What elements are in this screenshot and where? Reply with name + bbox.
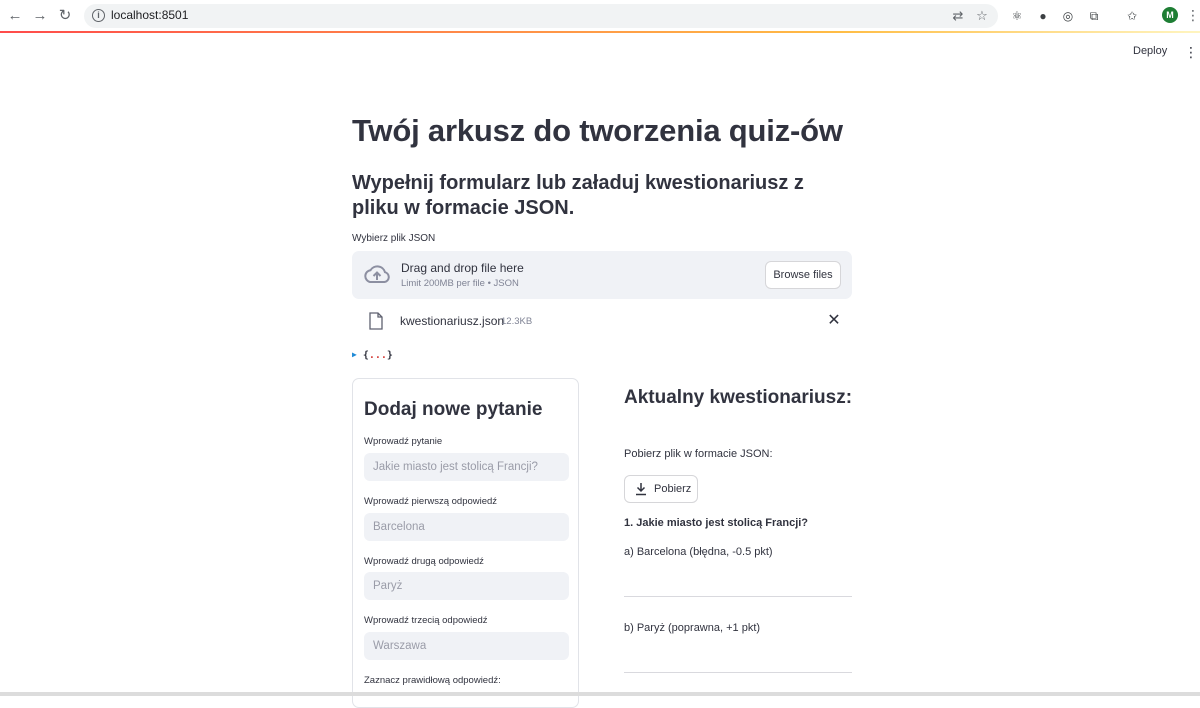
second-answer-label: Wprowadź drugą odpowiedź: [364, 556, 484, 567]
browse-files-button[interactable]: Browse files: [765, 261, 841, 289]
question-input[interactable]: Jakie miasto jest stolicą Francji?: [364, 453, 569, 481]
dropzone-title: Drag and drop file here: [401, 261, 524, 275]
download-icon: [636, 483, 646, 496]
app-menu-icon[interactable]: ⋮: [1184, 44, 1198, 60]
translate-icon[interactable]: ⇄: [950, 8, 966, 24]
correct-answer-label: Zaznacz prawidłową odpowiedź:: [364, 675, 501, 686]
uploaded-file-name: kwestionariusz.json: [400, 314, 505, 328]
remove-file-close-icon[interactable]: ✕: [827, 311, 841, 331]
json-collapsed-dots: ...: [368, 350, 387, 361]
address-url[interactable]: localhost:8501: [111, 8, 188, 22]
third-answer-input[interactable]: Warszawa: [364, 632, 569, 660]
question-text: 1. Jakie miasto jest stolicą Francji?: [624, 517, 809, 529]
uploaded-file-size: 12.3KB: [501, 316, 533, 327]
back-arrow-icon[interactable]: ←: [6, 7, 24, 25]
react-devtools-icon[interactable]: ⚛: [1009, 8, 1025, 24]
form-title: Dodaj nowe pytanie: [364, 399, 543, 420]
deploy-button[interactable]: Deploy: [1133, 45, 1167, 57]
download-button[interactable]: Pobierz: [624, 475, 698, 503]
json-close-brace: }: [386, 350, 393, 361]
answer-item: b) Paryż (poprawna, +1 pkt): [624, 622, 761, 634]
json-viewer-toggle[interactable]: ▶ {...}: [352, 350, 393, 361]
window-bottom-edge: [0, 692, 1200, 696]
page-subtitle: Wypełnij formularz lub załaduj kwestiona…: [352, 172, 804, 219]
download-button-label: Pobierz: [654, 483, 692, 495]
extensions-puzzle-icon[interactable]: ⧉: [1086, 8, 1102, 24]
third-answer-label: Wprowadź trzecią odpowiedź: [364, 615, 488, 626]
answer-item: a) Barcelona (błędna, -0.5 pkt): [624, 546, 773, 558]
answer-divider: [624, 596, 852, 597]
dropzone-limit: Limit 200MB per file • JSON: [401, 278, 519, 289]
file-icon: [369, 312, 383, 330]
address-bar[interactable]: i localhost:8501 ⇄ ☆: [84, 4, 998, 28]
reload-icon[interactable]: ↻: [56, 7, 74, 25]
forward-arrow-icon[interactable]: →: [31, 7, 49, 25]
panda-extension-icon[interactable]: ●: [1035, 8, 1051, 24]
first-answer-label: Wprowadź pierwszą odpowiedź: [364, 496, 498, 507]
first-answer-input[interactable]: Barcelona: [364, 513, 569, 541]
answer-divider: [624, 672, 852, 673]
new-question-form: Dodaj nowe pytanie Wprowadź pytanie Jaki…: [352, 378, 579, 708]
cloud-upload-icon: [364, 265, 390, 283]
profile-avatar[interactable]: M: [1162, 7, 1178, 23]
uploader-label: Wybierz plik JSON: [352, 233, 436, 244]
page-title: Twój arkusz do tworzenia quiz-ów: [352, 113, 843, 148]
app-decoration-bar: [0, 31, 1200, 33]
file-dropzone[interactable]: Drag and drop file here Limit 200MB per …: [352, 251, 852, 299]
download-label: Pobierz plik w formacie JSON:: [624, 448, 773, 460]
site-info-icon[interactable]: i: [92, 9, 105, 22]
browser-menu-icon[interactable]: ⋮: [1186, 6, 1200, 24]
extension-circle-icon[interactable]: ◎: [1060, 8, 1076, 24]
bookmarks-icon[interactable]: ✩: [1124, 8, 1140, 24]
bookmark-star-icon[interactable]: ☆: [974, 8, 990, 24]
second-answer-input[interactable]: Paryż: [364, 572, 569, 600]
uploaded-file-row: kwestionariusz.json 12.3KB ✕: [352, 309, 852, 335]
expand-arrow-icon[interactable]: ▶: [352, 350, 357, 359]
question-field-label: Wprowadź pytanie: [364, 436, 443, 447]
questionnaire-title: Aktualny kwestionariusz:: [624, 387, 853, 408]
browser-toolbar: ← → ↻ i localhost:8501 ⇄ ☆ ⚛ ● ◎ ⧉ ✩ M ⋮: [0, 0, 1200, 32]
